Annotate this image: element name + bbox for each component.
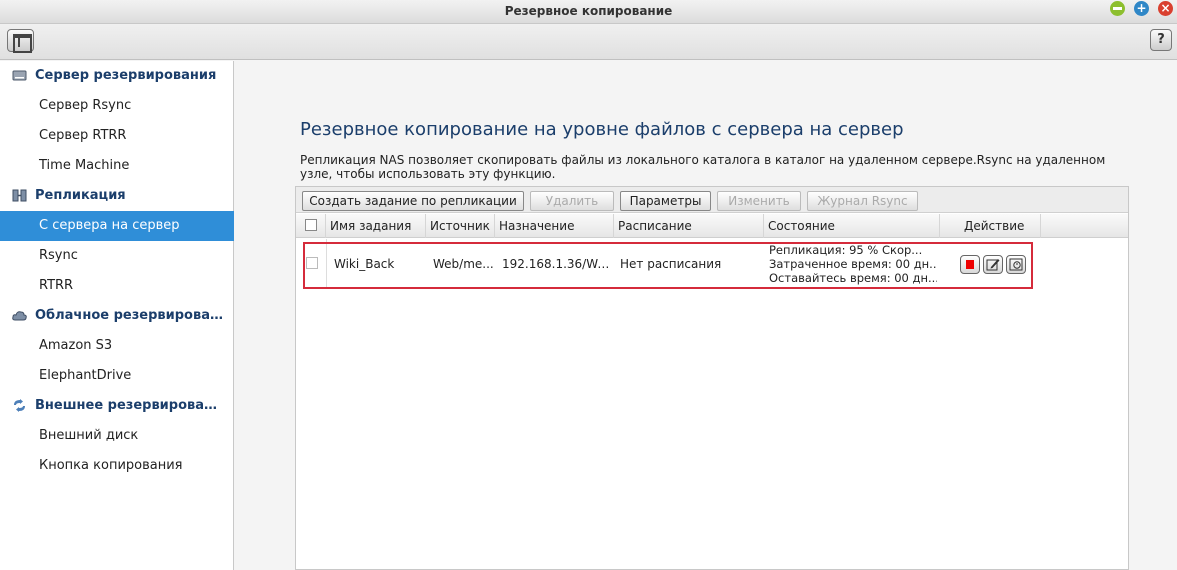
column-header-source[interactable]: Источник xyxy=(426,214,495,238)
action-toolbar: Создать задание по репликации Удалить Па… xyxy=(296,187,1128,213)
minimize-icon[interactable] xyxy=(1110,1,1125,16)
sidebar-item-rtrr-server[interactable]: Сервер RTRR xyxy=(0,121,234,151)
sidebar-item-external-disk[interactable]: Внешний диск xyxy=(0,421,234,451)
main-content: Резервное копирование на уровне файлов с… xyxy=(235,61,1177,570)
server-icon xyxy=(12,70,27,81)
sidebar-group-replication[interactable]: Репликация xyxy=(0,181,234,211)
sidebar-item-amazon-s3[interactable]: Amazon S3 xyxy=(0,331,234,361)
column-header-action: Действие xyxy=(940,214,1041,238)
sidebar-item-rtrr[interactable]: RTRR xyxy=(0,271,234,301)
replication-icon xyxy=(12,189,27,202)
sidebar-group-backup-server[interactable]: Сервер резервирования xyxy=(0,61,234,91)
sidebar-item-server-to-server[interactable]: С сервера на сервер xyxy=(0,211,234,241)
sidebar-group-label: Внешнее резервирование xyxy=(35,398,225,413)
highlight-box xyxy=(303,242,1033,289)
sidebar-group-label: Сервер резервирования xyxy=(35,68,217,83)
title-bar: Резервное копирование + × xyxy=(0,0,1177,24)
sidebar-item-copy-button[interactable]: Кнопка копирования xyxy=(0,451,234,481)
delete-button[interactable]: Удалить xyxy=(530,191,614,211)
column-header-name[interactable]: Имя задания xyxy=(326,214,426,238)
create-replication-button[interactable]: Создать задание по репликации xyxy=(302,191,524,211)
replication-panel: Создать задание по репликации Удалить Па… xyxy=(295,186,1129,570)
window-title: Резервное копирование xyxy=(504,4,673,18)
page-title: Резервное копирование на уровне файлов с… xyxy=(300,119,904,140)
sync-arrows-icon xyxy=(14,399,25,412)
sidebar: Сервер резервирования Сервер Rsync Серве… xyxy=(0,61,234,570)
select-all-checkbox[interactable] xyxy=(305,219,317,231)
rsync-log-button[interactable]: Журнал Rsync xyxy=(807,191,918,211)
column-header-schedule[interactable]: Расписание xyxy=(614,214,764,238)
layout-toggle-icon[interactable] xyxy=(7,29,34,53)
maximize-icon[interactable]: + xyxy=(1134,1,1149,16)
close-icon[interactable]: × xyxy=(1158,1,1173,16)
cloud-icon xyxy=(12,311,27,321)
help-button[interactable]: ? xyxy=(1150,29,1172,51)
sidebar-group-cloud[interactable]: Облачное резервировани… xyxy=(0,301,234,331)
sidebar-group-label: Репликация xyxy=(35,188,126,203)
sidebar-item-elephantdrive[interactable]: ElephantDrive xyxy=(0,361,234,391)
sidebar-group-external[interactable]: Внешнее резервирование xyxy=(0,391,234,421)
sidebar-item-time-machine[interactable]: Time Machine xyxy=(0,151,234,181)
sidebar-group-label: Облачное резервировани… xyxy=(35,308,225,323)
table-header: Имя задания Источник Назначение Расписан… xyxy=(296,214,1128,238)
column-header-destination[interactable]: Назначение xyxy=(495,214,614,238)
edit-button[interactable]: Изменить xyxy=(717,191,801,211)
page-description: Репликация NAS позволяет скопировать фай… xyxy=(300,153,1106,181)
sidebar-item-rsync-server[interactable]: Сервер Rsync xyxy=(0,91,234,121)
column-header-status[interactable]: Состояние xyxy=(764,214,940,238)
toolbar: ? xyxy=(0,24,1177,60)
parameters-button[interactable]: Параметры xyxy=(620,191,711,211)
header-select-all-cell xyxy=(296,214,326,238)
sidebar-item-rsync[interactable]: Rsync xyxy=(0,241,234,271)
